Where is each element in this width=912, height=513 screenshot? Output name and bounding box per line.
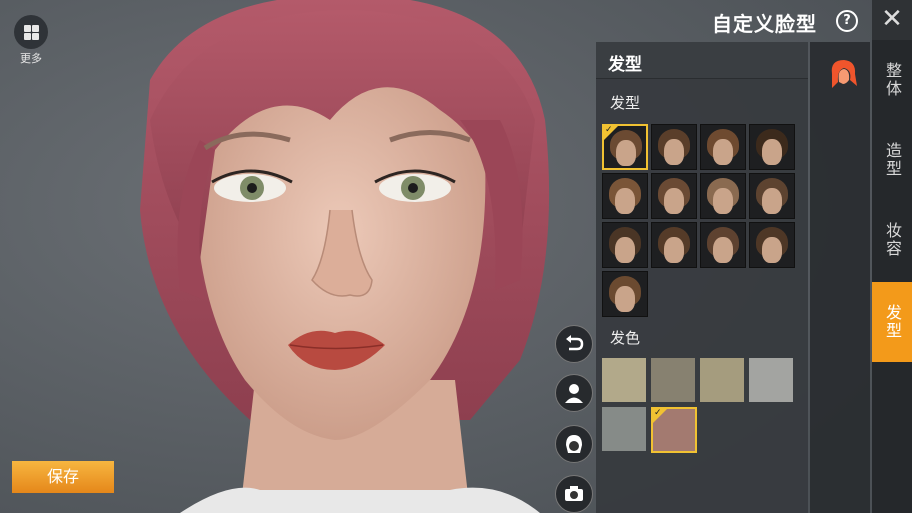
rotate-view-button[interactable] bbox=[555, 374, 593, 412]
haircolor-section-label: 发色 bbox=[610, 329, 641, 347]
head-thumbnail bbox=[615, 188, 635, 214]
camera-button[interactable] bbox=[555, 475, 593, 513]
save-button[interactable]: 保存 bbox=[12, 461, 114, 493]
head-thumbnail bbox=[615, 286, 635, 312]
check-icon: ✓ bbox=[653, 408, 667, 423]
panel-header: 发型 bbox=[596, 42, 808, 79]
hairstyle-option[interactable]: ✓ bbox=[602, 124, 648, 170]
hair-head-icon bbox=[566, 435, 582, 453]
head-thumbnail bbox=[615, 237, 635, 263]
haircolor-swatch[interactable] bbox=[602, 407, 646, 451]
hairstyle-option[interactable] bbox=[651, 124, 697, 170]
hairstyle-option[interactable] bbox=[651, 173, 697, 219]
head-thumbnail bbox=[713, 237, 733, 263]
head-thumbnail bbox=[762, 188, 782, 214]
haircolor-swatch[interactable] bbox=[700, 358, 744, 402]
page-title: 自定义脸型 bbox=[712, 12, 817, 36]
head-thumbnail bbox=[762, 139, 782, 165]
help-icon[interactable]: ? bbox=[836, 10, 858, 32]
hairstyle-option[interactable] bbox=[700, 173, 746, 219]
toggle-hair-button[interactable] bbox=[555, 425, 593, 463]
hairstyle-option[interactable] bbox=[749, 222, 795, 268]
hairstyle-option[interactable] bbox=[602, 173, 648, 219]
head-thumbnail bbox=[616, 140, 636, 166]
haircolor-swatch[interactable]: ✓ bbox=[651, 407, 697, 453]
more-button[interactable]: 更多 bbox=[12, 15, 50, 66]
tab-3[interactable]: 发型 bbox=[872, 282, 912, 362]
head-thumbnail bbox=[664, 188, 684, 214]
bust-icon bbox=[565, 384, 583, 403]
hair-category-icon[interactable] bbox=[828, 58, 858, 90]
hairstyle-option[interactable] bbox=[700, 124, 746, 170]
head-thumbnail bbox=[664, 139, 684, 165]
haircolor-swatch[interactable] bbox=[602, 358, 646, 402]
hairstyle-section-label: 发型 bbox=[610, 94, 641, 112]
check-icon: ✓ bbox=[604, 126, 618, 140]
category-icon-column bbox=[810, 42, 870, 513]
close-button[interactable]: ✕ bbox=[872, 0, 912, 40]
head-thumbnail bbox=[713, 139, 733, 165]
undo-button[interactable] bbox=[555, 325, 593, 363]
undo-icon bbox=[566, 335, 584, 351]
tab-2[interactable]: 妆容 bbox=[872, 200, 912, 280]
tab-0[interactable]: 整体 bbox=[872, 40, 912, 120]
hair-panel: 发型 发型 ✓ 发色 ✓ bbox=[596, 42, 808, 513]
haircolor-swatch[interactable] bbox=[651, 358, 695, 402]
grid-icon bbox=[14, 15, 48, 49]
more-label: 更多 bbox=[20, 52, 42, 65]
hairstyle-option[interactable] bbox=[700, 222, 746, 268]
haircolor-swatch[interactable] bbox=[749, 358, 793, 402]
camera-icon bbox=[565, 486, 583, 501]
hairstyle-option[interactable] bbox=[651, 222, 697, 268]
head-thumbnail bbox=[713, 188, 733, 214]
hairstyle-option[interactable] bbox=[749, 124, 795, 170]
category-tabs: 整体 造型 妆容 发型 bbox=[872, 40, 912, 513]
tab-1[interactable]: 造型 bbox=[872, 120, 912, 200]
head-thumbnail bbox=[664, 237, 684, 263]
hairstyle-option[interactable] bbox=[602, 222, 648, 268]
panel-title: 发型 bbox=[608, 55, 642, 75]
head-thumbnail bbox=[762, 237, 782, 263]
hairstyle-option[interactable] bbox=[749, 173, 795, 219]
hairstyle-option[interactable] bbox=[602, 271, 648, 317]
